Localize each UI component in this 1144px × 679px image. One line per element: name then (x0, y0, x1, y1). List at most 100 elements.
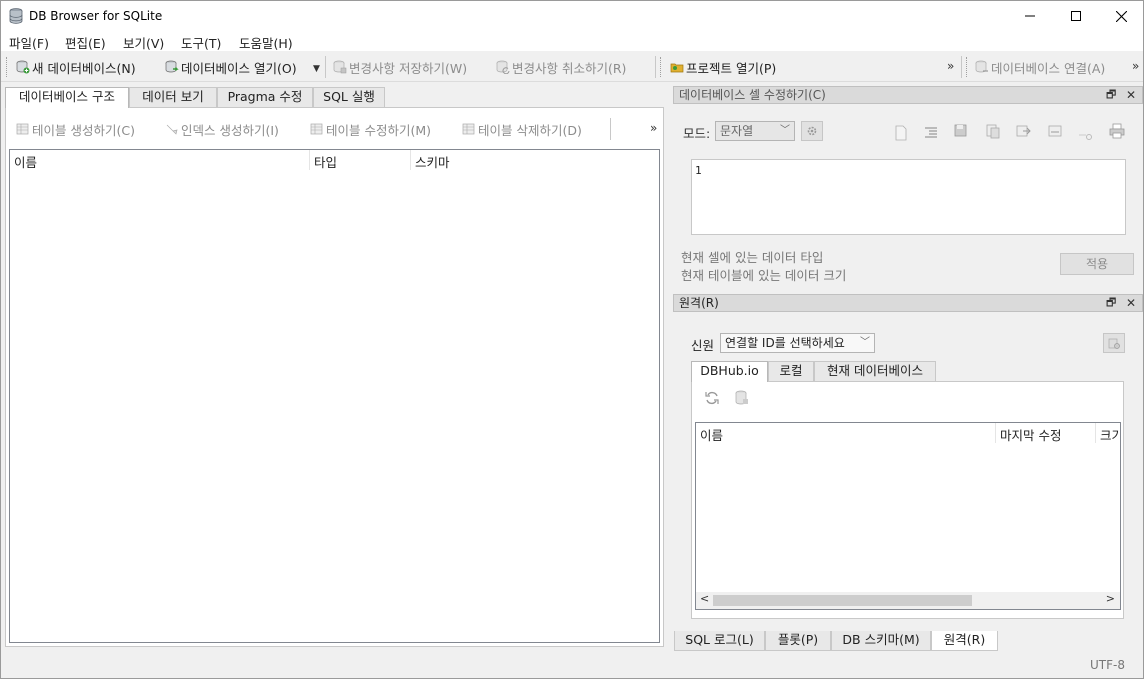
mode-select-value: 문자열 (720, 124, 754, 138)
float-dock-icon[interactable]: 🗗 (1106, 87, 1116, 103)
close-icon (1115, 10, 1127, 22)
cell-editor-textarea[interactable]: 1 (691, 159, 1126, 235)
structure-toolbar: 테이블 생성하기(C) 인덱스 생성하기(I) 테이블 수정하기(M) 테이블 … (10, 118, 660, 140)
menu-edit[interactable]: 편집(E) (65, 33, 106, 52)
column-divider[interactable] (309, 150, 310, 170)
copy-icon[interactable] (985, 123, 1001, 139)
erase-icon[interactable] (1077, 125, 1093, 141)
column-divider[interactable] (1095, 423, 1096, 443)
new-database-button[interactable]: 새 데이터베이스(N) (16, 58, 136, 76)
write-changes-button[interactable]: 변경사항 저장하기(W) (333, 58, 467, 76)
tab-current-database[interactable]: 현재 데이터베이스 (814, 361, 936, 381)
toolbar-grip[interactable] (6, 57, 9, 77)
refresh-icon[interactable] (704, 390, 720, 406)
close-button[interactable] (1098, 1, 1144, 31)
create-index-label: 인덱스 생성하기(I) (181, 122, 279, 138)
print-icon[interactable] (1109, 123, 1125, 139)
create-table-button[interactable]: 테이블 생성하기(C) (16, 120, 135, 138)
edit-cell-panel: 모드: 문자열 ﹀ 1 현재 셀에 있는 데이터 타입 현재 테이블에 있는 데… (673, 105, 1143, 293)
open-project-button[interactable]: 프로젝트 열기(P) (670, 58, 776, 76)
toolbar-grip[interactable] (660, 57, 663, 77)
modify-table-icon (310, 123, 323, 135)
attach-database-label: 데이터베이스 연결(A) (991, 60, 1106, 76)
structure-toolbar-overflow-icon[interactable]: » (650, 121, 657, 135)
toolbar-overflow-icon[interactable]: » (947, 59, 954, 73)
edit-cell-title: 데이터베이스 셀 수정하기(C) (679, 88, 826, 102)
export-icon[interactable] (1015, 123, 1031, 139)
tab-dbhub[interactable]: DBHub.io (691, 361, 768, 382)
window-title: DB Browser for SQLite (29, 9, 163, 23)
tab-sql-log[interactable]: SQL 로그(L) (674, 631, 765, 651)
column-divider[interactable] (410, 150, 411, 170)
revert-changes-button[interactable]: 변경사항 취소하기(R) (496, 58, 626, 76)
create-index-icon (166, 124, 178, 135)
tab-browse-data[interactable]: 데이터 보기 (129, 87, 217, 107)
menu-bar: 파일(F) 편집(E) 보기(V) 도구(T) 도움말(H) (1, 31, 1143, 51)
scroll-left-icon[interactable]: < (700, 592, 709, 605)
tab-execute-sql[interactable]: SQL 실행 (313, 87, 385, 107)
tab-local[interactable]: 로컬 (768, 361, 814, 381)
open-database-dropdown-icon[interactable]: ▼ (313, 64, 320, 74)
remote-file-list[interactable]: 이름 마지막 수정 크기 < > (695, 422, 1121, 610)
menu-help[interactable]: 도움말(H) (239, 33, 293, 52)
scrollbar-thumb[interactable] (713, 595, 972, 606)
column-header-name[interactable]: 이름 (700, 425, 723, 444)
create-index-button[interactable]: 인덱스 생성하기(I) (165, 120, 279, 138)
save-icon[interactable] (953, 123, 969, 139)
attach-database-button[interactable]: 데이터베이스 연결(A) (975, 58, 1105, 76)
menu-view[interactable]: 보기(V) (123, 33, 164, 52)
column-header-size[interactable]: 크기 (1100, 425, 1120, 444)
minimize-button[interactable] (1007, 1, 1053, 31)
menu-tools[interactable]: 도구(T) (181, 33, 221, 52)
tab-database-structure[interactable]: 데이터베이스 구조 (5, 87, 129, 108)
gear-icon (807, 126, 817, 136)
apply-button[interactable]: 적용 (1060, 253, 1134, 275)
database-icon (9, 8, 23, 24)
identity-select[interactable]: 연결할 ID를 선택하세요 ﹀ (720, 333, 875, 353)
schema-tree[interactable]: 이름 타입 스키마 (9, 149, 660, 643)
horizontal-scrollbar[interactable]: < > (696, 592, 1120, 609)
remote-title: 원격(R) (679, 296, 719, 310)
auto-switch-mode-button[interactable] (801, 121, 823, 141)
write-changes-label: 변경사항 저장하기(W) (349, 60, 468, 76)
close-dock-icon[interactable]: ✕ (1126, 295, 1136, 311)
open-database-button[interactable]: 데이터베이스 열기(O) (165, 58, 297, 76)
column-header-type[interactable]: 타입 (314, 152, 337, 171)
delete-table-button[interactable]: 테이블 삭제하기(D) (462, 120, 582, 138)
tab-edit-pragmas[interactable]: Pragma 수정 (217, 87, 313, 107)
column-divider[interactable] (995, 423, 996, 443)
minimize-icon (1025, 15, 1035, 17)
cell-type-info: 현재 셀에 있는 데이터 타입 (681, 250, 824, 265)
tab-db-schema[interactable]: DB 스키마(M) (831, 631, 931, 651)
revert-changes-label: 변경사항 취소하기(R) (512, 60, 627, 76)
column-header-last-modified[interactable]: 마지막 수정 (1000, 425, 1061, 444)
remote-dock-title[interactable]: 원격(R) 🗗 ✕ (673, 294, 1143, 312)
mode-label: 모드: (683, 126, 711, 141)
mode-select[interactable]: 문자열 ﹀ (715, 121, 795, 141)
toolbar-overflow-icon-2[interactable]: » (1132, 59, 1139, 73)
column-header-name[interactable]: 이름 (14, 152, 37, 171)
remote-file-list-header: 이름 마지막 수정 크기 (696, 423, 1120, 443)
edit-cell-dock-title[interactable]: 데이터베이스 셀 수정하기(C) 🗗 ✕ (673, 86, 1143, 104)
modify-table-button[interactable]: 테이블 수정하기(M) (310, 120, 431, 138)
write-changes-icon (333, 60, 347, 74)
maximize-button[interactable] (1053, 1, 1099, 31)
indent-icon[interactable] (923, 125, 939, 141)
toolbar-separator (610, 118, 611, 140)
menu-file[interactable]: 파일(F) (9, 33, 49, 52)
identity-manage-button[interactable] (1103, 333, 1125, 353)
scroll-right-icon[interactable]: > (1106, 592, 1115, 605)
clone-database-icon[interactable] (734, 390, 750, 406)
tab-remote[interactable]: 원격(R) (931, 631, 998, 651)
chevron-down-icon: ﹀ (860, 337, 870, 348)
import-icon[interactable] (893, 125, 909, 141)
column-header-schema[interactable]: 스키마 (415, 152, 450, 171)
close-dock-icon[interactable]: ✕ (1126, 87, 1136, 103)
float-dock-icon[interactable]: 🗗 (1106, 295, 1116, 311)
cell-size-info: 현재 테이블에 있는 데이터 크기 (681, 268, 847, 283)
set-null-icon[interactable] (1047, 123, 1063, 139)
new-database-icon (16, 60, 30, 74)
delete-table-label: 테이블 삭제하기(D) (478, 122, 582, 138)
tab-plot[interactable]: 플롯(P) (765, 631, 831, 651)
toolbar-grip[interactable] (966, 57, 969, 77)
